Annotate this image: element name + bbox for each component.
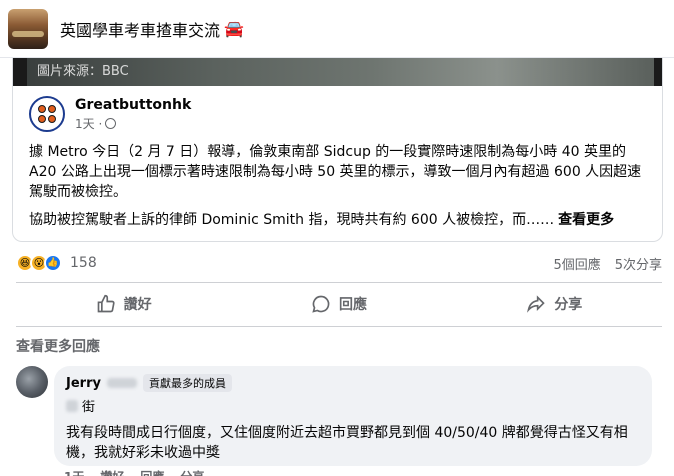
divider	[16, 282, 662, 283]
author-name[interactable]: Greatbuttonhk	[75, 97, 191, 113]
group-title-text: 英國學車考車揸車交流	[60, 20, 221, 40]
commenter-name-redacted	[106, 378, 137, 388]
comment-time[interactable]: 1天	[64, 468, 84, 476]
comment-header: Jerry 貢獻最多的成員	[66, 374, 640, 392]
shared-post-card[interactable]: 圖片來源：BBC Greatbuttonhk 1天 · 據 Metro 今日（2…	[12, 58, 663, 242]
post-paragraph: 據 Metro 今日（2 月 7 日）報導，倫敦東南部 Sidcup 的一段實際…	[29, 144, 642, 200]
view-more-replies-link[interactable]: 查看更多回應	[16, 336, 100, 356]
like-label: 讚好	[123, 297, 152, 313]
comment-label: 回應	[338, 297, 367, 313]
image-caption: 圖片來源：BBC	[37, 64, 129, 79]
post-image[interactable]: 圖片來源：BBC	[13, 58, 662, 86]
author-avatar[interactable]	[29, 96, 65, 132]
group-avatar[interactable]	[8, 8, 48, 49]
comment-button[interactable]: 回應	[231, 284, 446, 324]
globe-icon	[105, 117, 117, 129]
reaction-count[interactable]: 158	[70, 255, 97, 271]
comment-bubble: Jerry 貢獻最多的成員 街 我有段時間成日行個度，又住個度附近去超市買野都見…	[54, 366, 652, 466]
post-paragraph-text: 協助被控駕駛者上訴的律師 Dominic Smith 指，現時共有約 600 人…	[29, 212, 555, 228]
comment-actions: 1天 讚好 回應 分享	[64, 468, 204, 476]
comment-bubble-icon	[312, 295, 330, 313]
card-body: Greatbuttonhk 1天 · 據 Metro 今日（2 月 7 日）報導…	[29, 96, 654, 238]
share-arrow-icon	[527, 295, 545, 313]
comment-like-button[interactable]: 讚好	[100, 468, 124, 476]
post-text: 據 Metro 今日（2 月 7 日）報導，倫敦東南部 Sidcup 的一段實際…	[29, 142, 654, 230]
author-meta: Greatbuttonhk 1天 ·	[75, 97, 191, 132]
post-paragraph: 協助被控駕駛者上訴的律師 Dominic Smith 指，現時共有約 600 人…	[29, 210, 654, 230]
post-time-text[interactable]: 1天 ·	[75, 115, 102, 132]
author-row: Greatbuttonhk 1天 ·	[29, 96, 654, 132]
button-logo-icon	[38, 105, 56, 123]
like-reaction-icon: 👍	[44, 254, 62, 272]
comment-reply-button[interactable]: 回應	[140, 468, 164, 476]
group-title[interactable]: 英國學車考車揸車交流 🚘	[60, 17, 244, 41]
thumbs-up-icon	[97, 294, 115, 313]
group-header: 英國學車考車揸車交流 🚘	[0, 0, 674, 58]
commenter-name[interactable]: Jerry	[66, 376, 101, 391]
see-more-link[interactable]: 查看更多	[558, 212, 614, 228]
reaction-summary: 😆 😮 👍 158 5個回應 5次分享	[16, 252, 662, 274]
comment-text: 我有段時間成日行個度，又住個度附近去超市買野都見到個 40/50/40 牌都覺得…	[66, 425, 628, 461]
post-actions: 讚好 回應 分享	[16, 284, 662, 324]
share-count[interactable]: 5次分享	[615, 254, 662, 273]
location-redacted	[66, 399, 78, 412]
share-label: 分享	[554, 297, 583, 313]
share-button[interactable]: 分享	[447, 284, 662, 324]
top-contributor-badge[interactable]: 貢獻最多的成員	[142, 374, 232, 392]
reaction-icons[interactable]: 😆 😮 👍	[16, 254, 62, 272]
divider	[16, 326, 662, 327]
commenter-location: 街	[66, 396, 640, 415]
badge-label: 貢獻最多的成員	[148, 377, 226, 390]
post-time: 1天 ·	[75, 115, 191, 132]
commenter-avatar[interactable]	[16, 366, 48, 398]
comment-share-button[interactable]: 分享	[180, 468, 204, 476]
like-button[interactable]: 讚好	[16, 284, 231, 324]
location-text: 街	[82, 400, 96, 415]
comment-count[interactable]: 5個回應	[553, 254, 600, 273]
car-icon: 🚘	[224, 19, 244, 38]
